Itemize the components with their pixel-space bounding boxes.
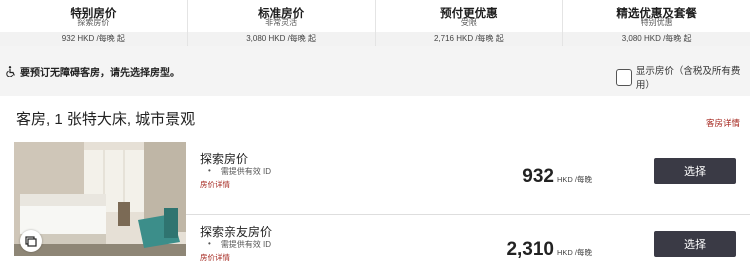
tab-subtitle: 特别优惠: [640, 18, 673, 27]
rate-note: • 需提供有效 ID: [208, 239, 271, 250]
tab-price: 3,080 HKD /每晚 起: [187, 32, 375, 46]
tax-checkbox[interactable]: [616, 68, 632, 86]
room-title: 客房, 1 张特大床, 城市景观: [16, 111, 196, 128]
rate-price: 932 HKD /每晚: [522, 166, 592, 188]
rate-name: 探索房价: [200, 152, 249, 166]
rate-tab-packages[interactable]: 精选优惠及套餐 特别优惠 3,080 HKD /每晚 起: [563, 0, 750, 46]
price-unit: HKD /每晚: [556, 175, 592, 184]
note-bullet: •: [208, 239, 211, 248]
room-card: 客房, 1 张特大床, 城市景观 客房详情 探索房价 • 需提供有效 ID 房价…: [0, 96, 750, 275]
tax-toggle-label: 显示房价（含税及所有费用）: [635, 66, 741, 91]
tax-toggle[interactable]: 显示房价（含税及所有费用）: [616, 63, 750, 91]
rate-note: • 需提供有效 ID: [208, 166, 271, 177]
select-button[interactable]: 选择: [654, 231, 736, 257]
rate-details-link[interactable]: 房价详情: [200, 252, 230, 263]
tab-price: 2,716 HKD /每晚 起: [375, 32, 563, 46]
tab-price: 932 HKD /每晚 起: [0, 32, 187, 46]
price-amount: 932: [522, 166, 554, 187]
rate-tab-standard[interactable]: 标准房价 非常灵活 3,080 HKD /每晚 起: [187, 0, 376, 46]
note-bullet: •: [208, 166, 211, 175]
rate-details-link[interactable]: 房价详情: [200, 179, 230, 190]
tab-subtitle: 探索房价: [77, 18, 110, 27]
note-text: 需提供有效 ID: [220, 240, 272, 249]
accessibility-notice: 要预订无障碍客房，请先选择房型。: [6, 64, 180, 79]
room-details-link[interactable]: 客房详情: [706, 117, 740, 129]
price-amount: 2,310: [506, 239, 554, 260]
tab-subtitle: 非常灵活: [265, 18, 298, 27]
rate-tabs: 特别房价 探索房价 932 HKD /每晚 起 标准房价 非常灵活 3,080 …: [0, 0, 750, 46]
gallery-icon[interactable]: [20, 230, 42, 252]
room-photo[interactable]: [14, 142, 186, 256]
tab-subtitle: 受限: [460, 18, 477, 27]
rate-price: 2,310 HKD /每晚: [506, 239, 592, 261]
select-button[interactable]: 选择: [654, 158, 736, 184]
accessibility-text: 要预订无障碍客房，请先选择房型。: [20, 68, 180, 79]
tab-price: 3,080 HKD /每晚 起: [563, 32, 750, 46]
rate-name: 探索亲友房价: [200, 225, 273, 239]
rate-row: 探索房价 • 需提供有效 ID 房价详情 932 HKD /每晚 选择: [186, 142, 750, 198]
note-text: 需提供有效 ID: [220, 167, 272, 176]
rate-row: 探索亲友房价 • 需提供有效 ID 房价详情 2,310 HKD /每晚 选择: [186, 214, 750, 270]
gallery-glyph: [25, 236, 37, 247]
rate-tab-special[interactable]: 特别房价 探索房价 932 HKD /每晚 起: [0, 0, 188, 46]
rate-tab-prepay[interactable]: 预付更优惠 受限 2,716 HKD /每晚 起: [375, 0, 564, 46]
price-unit: HKD /每晚: [556, 248, 592, 257]
wheelchair-icon: [6, 66, 15, 77]
